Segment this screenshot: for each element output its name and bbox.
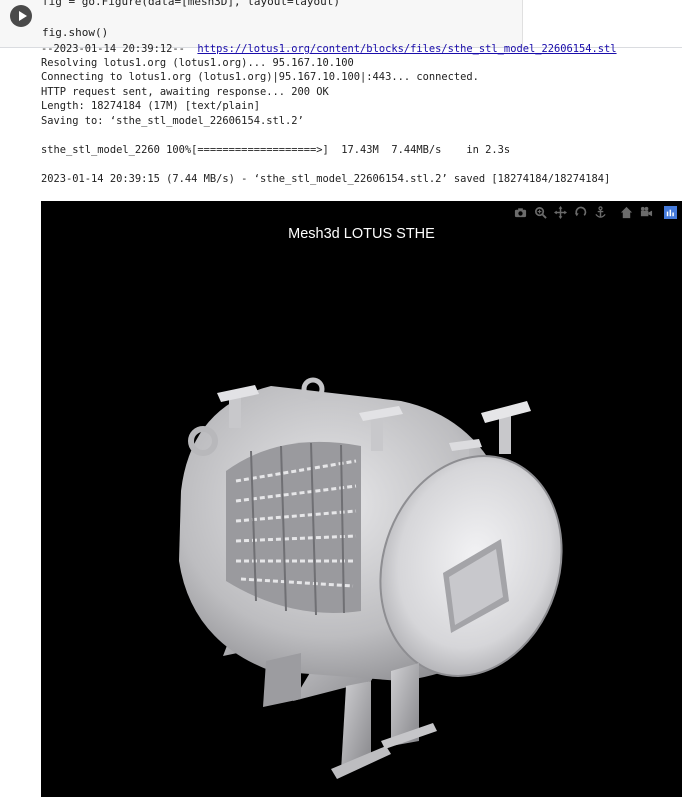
output-timestamp: --2023-01-14 20:39:12-- [41,43,198,55]
play-icon [18,11,27,21]
code-line: fig.show() [42,26,109,39]
plotly-figure[interactable]: Mesh3d LOTUS STHE [41,201,682,797]
mesh3d-scene[interactable] [41,201,682,797]
cell-output: --2023-01-14 20:39:12-- https://lotus1.o… [0,43,682,797]
output-line: Connecting to lotus1.org (lotus1.org)|95… [41,71,479,83]
run-cell-button[interactable] [10,5,32,27]
download-link[interactable]: https://lotus1.org/content/blocks/files/… [197,43,616,55]
support-saddle [263,653,301,707]
tube-bundle [226,441,361,616]
code-editor[interactable]: fig = go.Figure(data=[mesh3D], layout=la… [40,0,523,47]
progress-line: sthe_stl_model_2260 100%[===============… [41,144,511,156]
saved-line: 2023-01-14 20:39:15 (7.44 MB/s) - ‘sthe_… [41,173,611,185]
output-line: Resolving lotus1.org (lotus1.org)... 95.… [41,57,354,69]
nozzle [481,401,531,454]
output-line: Length: 18274184 (17M) [text/plain] [41,100,260,112]
code-line: fig = go.Figure(data=[mesh3D], layout=la… [42,0,341,8]
output-line: Saving to: ‘sthe_stl_model_22606154.stl.… [41,115,304,127]
output-line: HTTP request sent, awaiting response... … [41,86,329,98]
output-line: --2023-01-14 20:39:12-- https://lotus1.o… [41,43,617,55]
code-cell[interactable]: fig = go.Figure(data=[mesh3D], layout=la… [0,0,682,47]
